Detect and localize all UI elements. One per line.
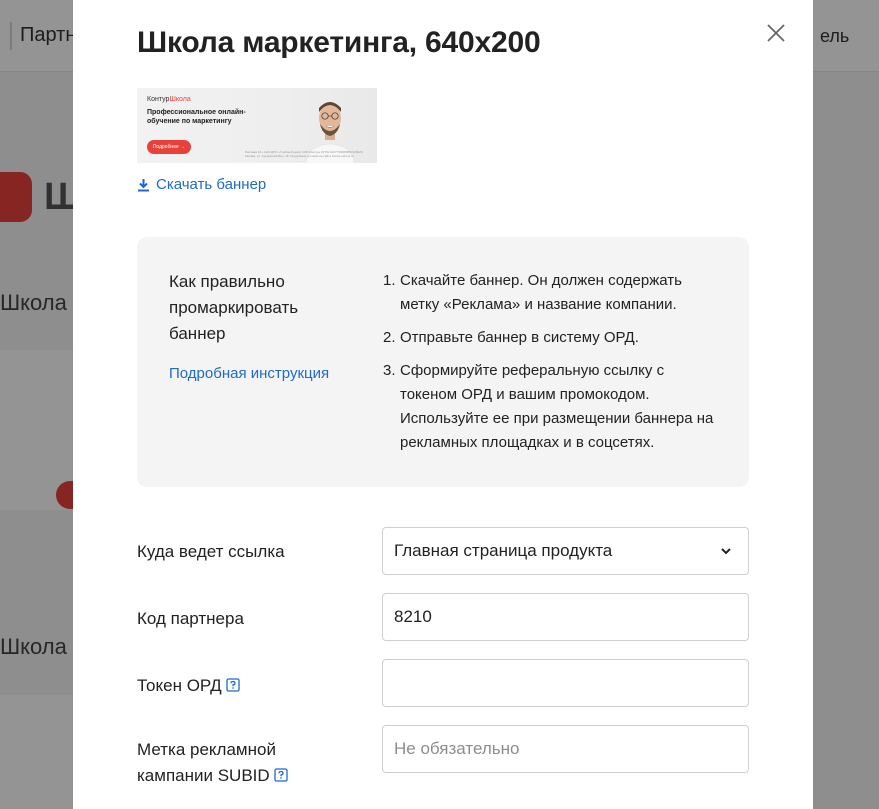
help-icon[interactable]: [274, 768, 288, 782]
link-target-label: Куда ведет ссылка: [137, 542, 285, 561]
link-target-row: Куда ведет ссылка Главная страница проду…: [137, 527, 749, 575]
partner-code-row: Код партнера 8210: [137, 593, 749, 641]
subid-label: Метка рекламной кампании SUBID: [137, 737, 337, 789]
banner-headline: Профессиональное онлайн-обучение по марк…: [147, 109, 246, 125]
banner-cta: Подробнее →: [147, 140, 191, 154]
step-text: Отправьте баннер в систему ОРД.: [400, 329, 639, 346]
marking-info-box: Как правильно промаркировать баннер Подр…: [137, 237, 749, 487]
banner-modal: Школа маркетинга, 640x200 КонтурШкола Пр…: [73, 0, 813, 809]
step-item: 2. Отправьте баннер в систему ОРД.: [383, 326, 723, 350]
step-item: 3. Сформируйте реферальную ссылку с токен…: [383, 359, 723, 455]
help-icon[interactable]: [226, 678, 240, 692]
step-item: 1. Скачайте баннер. Он должен содержать м…: [383, 269, 723, 317]
info-title: Как правильно промаркировать баннер: [169, 272, 299, 343]
subid-row: Метка рекламной кампании SUBID Не обязат…: [137, 725, 749, 785]
banner-brand-accent: Школа: [169, 96, 191, 103]
banner-preview: КонтурШкола Профессиональное онлайн-обуч…: [137, 88, 377, 163]
download-banner-link[interactable]: Скачать баннер: [137, 176, 266, 193]
link-target-value: Главная страница продукта: [394, 541, 613, 560]
banner-brand-main: Контур: [147, 96, 170, 103]
step-number: 3.: [383, 362, 396, 379]
ord-token-row: Токен ОРД: [137, 659, 749, 707]
step-text: Скачайте баннер. Он должен содержать мет…: [400, 272, 682, 313]
download-icon: [138, 178, 149, 191]
subid-input[interactable]: Не обязательно: [382, 725, 749, 773]
subid-label-text: Метка рекламной кампании SUBID: [137, 740, 276, 785]
close-icon: [767, 24, 785, 42]
marking-steps-list: 1. Скачайте баннер. Он должен содержать м…: [383, 269, 723, 464]
partner-code-label: Код партнера: [137, 609, 244, 628]
download-banner-label: Скачать баннер: [156, 176, 267, 193]
link-target-select[interactable]: Главная страница продукта: [382, 527, 749, 575]
chevron-down-icon: [721, 548, 731, 555]
ord-token-input[interactable]: [382, 659, 749, 707]
banner-brand: КонтурШкола: [147, 96, 191, 103]
ord-token-label: Токен ОРД: [137, 673, 240, 699]
step-number: 2.: [383, 329, 396, 346]
close-button[interactable]: [765, 22, 787, 44]
step-text: Сформируйте реферальную ссылку с токеном…: [400, 362, 714, 451]
banner-legal-text: Реклама 16+ АНО ДПО «Учебный центр СКБ К…: [245, 150, 364, 158]
step-number: 1.: [383, 272, 396, 289]
detailed-instruction-link[interactable]: Подробная инструкция: [169, 365, 329, 382]
ord-token-label-text: Токен ОРД: [137, 676, 222, 695]
partner-code-input[interactable]: 8210: [382, 593, 749, 641]
modal-title: Школа маркетинга, 640x200: [137, 26, 541, 59]
